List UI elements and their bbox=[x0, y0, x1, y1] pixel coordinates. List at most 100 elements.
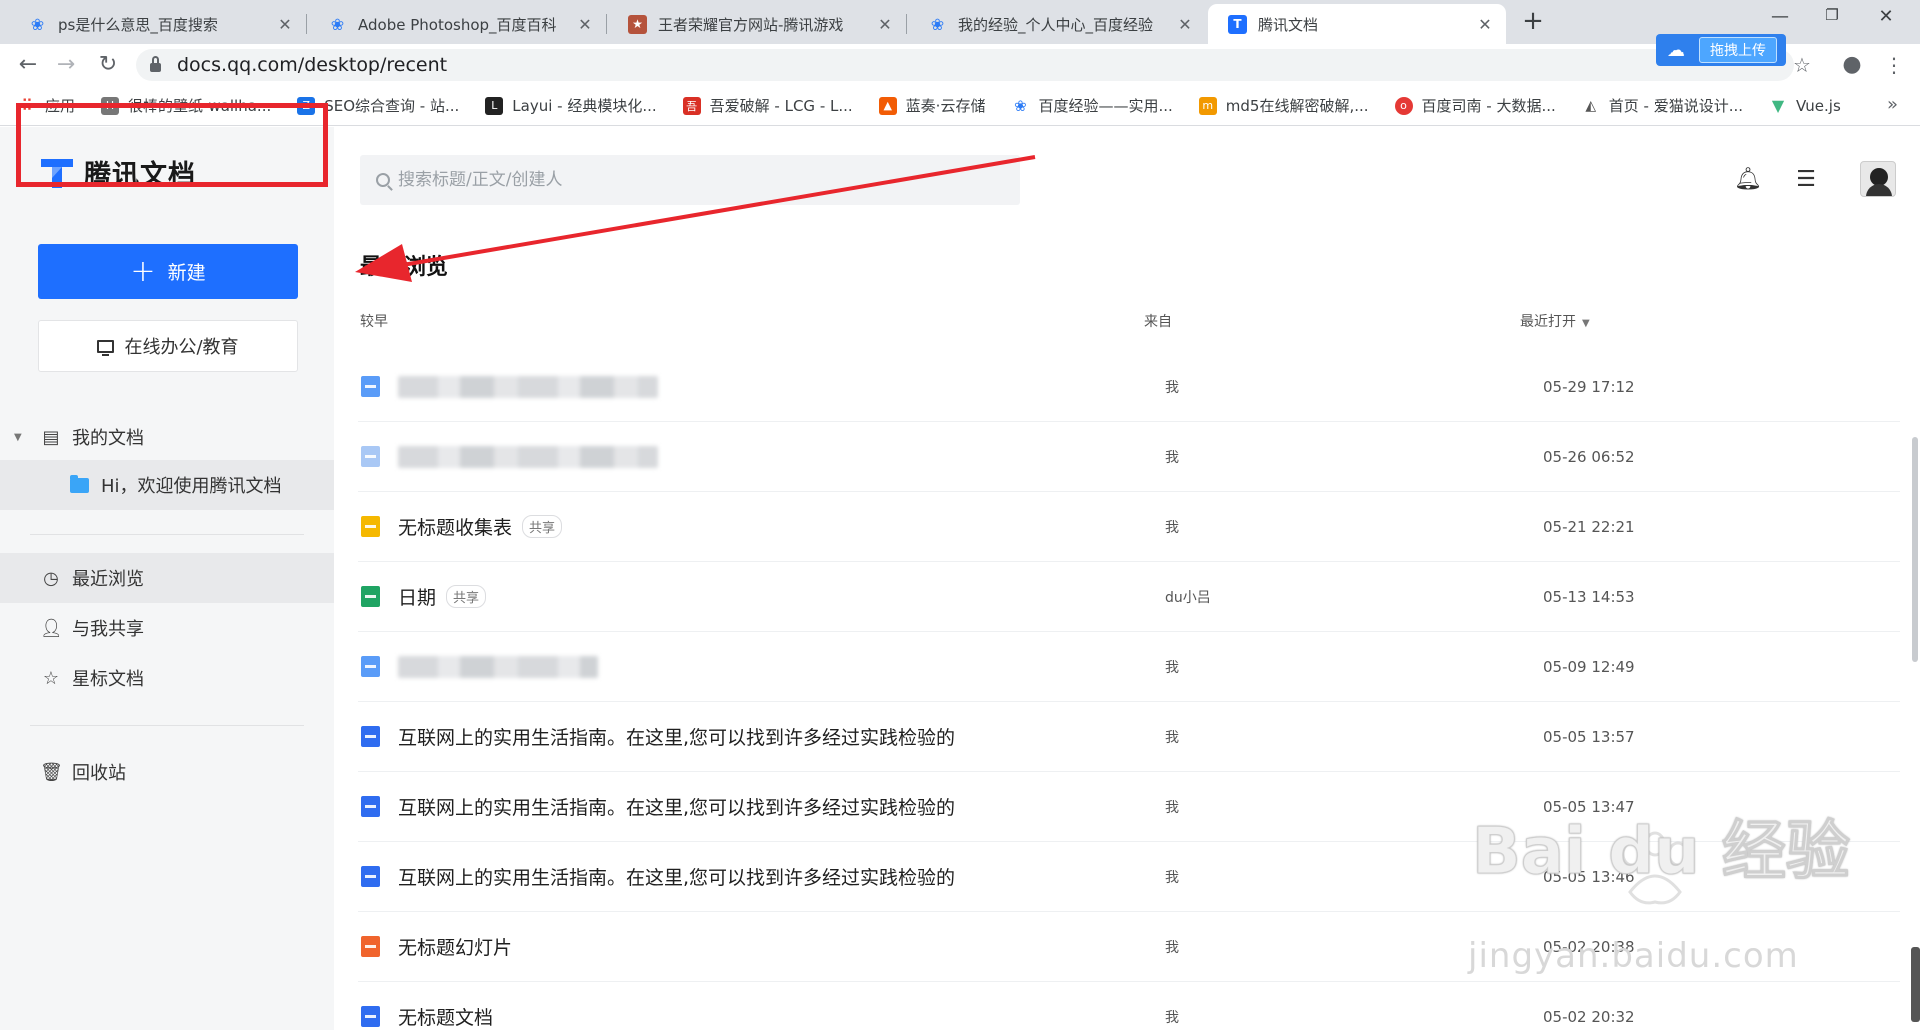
file-owner: 我 bbox=[1165, 869, 1179, 886]
close-tab-icon[interactable]: ✕ bbox=[1476, 15, 1494, 34]
trash-icon: 🗑︎ bbox=[40, 761, 63, 783]
file-list: 我 05-29 17:12 我 05-26 06:52 无标题收集表 共享我 05-21 2… bbox=[358, 352, 1900, 1030]
edu-button-label: 在线办公/教育 bbox=[124, 337, 239, 358]
sidebar-divider bbox=[30, 725, 304, 726]
cloud-icon: ☁ bbox=[1667, 39, 1685, 61]
bell-icon[interactable]: 🔔︎ bbox=[1734, 167, 1762, 195]
star-icon: ☆ bbox=[42, 667, 60, 689]
new-button-label: 新建 bbox=[167, 262, 206, 284]
scrollbar[interactable] bbox=[1912, 437, 1918, 662]
star-bookmark-icon[interactable]: ☆ bbox=[1788, 51, 1816, 79]
sidebar-item-starred[interactable]: ☆ 星标文档 bbox=[0, 653, 334, 703]
sidebar: 腾讯文档 + 新建 在线办公/教育 ▼ ▤ 我的文档 Hi，欢迎使用腾讯文档 ◷… bbox=[0, 127, 334, 1030]
file-last-opened: 05-05 13:57 bbox=[1543, 727, 1635, 746]
side-widget-handle[interactable] bbox=[1911, 947, 1920, 1022]
tab-title: 王者荣耀官方网站-腾讯游戏 bbox=[658, 15, 844, 34]
close-tab-icon[interactable]: ✕ bbox=[1176, 15, 1194, 34]
file-name[interactable]: 无标题幻灯片 bbox=[398, 933, 512, 960]
sort-caret-icon[interactable]: ▼ bbox=[1582, 318, 1590, 329]
expand-caret-icon[interactable]: ▼ bbox=[14, 432, 22, 443]
new-tab-button[interactable]: + bbox=[1519, 8, 1547, 36]
browser-tab[interactable]: ❀ 我的经验_个人中心_百度经验 ✕ bbox=[908, 4, 1206, 44]
baidu-paw-icon: ❀ bbox=[30, 14, 45, 34]
bookmark-item[interactable]: L Layui - 经典模块化... bbox=[485, 95, 657, 116]
file-owner: 我 bbox=[1165, 659, 1179, 676]
avatar[interactable] bbox=[1860, 161, 1896, 197]
file-type-icon bbox=[361, 656, 380, 677]
file-row[interactable]: 互联网上的实用生活指南。在这里,您可以找到许多经过实践检验的 我 05-05 13:… bbox=[358, 702, 1900, 772]
baidu-watermark: Bai du 经验 bbox=[1472, 815, 1851, 889]
browser-tab[interactable]: ★ 王者荣耀官方网站-腾讯游戏 ✕ bbox=[608, 4, 907, 44]
file-name[interactable]: 互联网上的实用生活指南。在这里,您可以找到许多经过实践检验的 bbox=[398, 723, 955, 750]
baidu-paw-icon: ❀ bbox=[1014, 96, 1027, 115]
sidebar-item-trash[interactable]: 🗑︎ 回收站 bbox=[0, 747, 334, 797]
file-name[interactable]: 互联网上的实用生活指南。在这里,您可以找到许多经过实践检验的 bbox=[398, 793, 955, 820]
bookmark-item[interactable]: ◭ 首页 - 爱猫说设计... bbox=[1582, 95, 1743, 116]
plus-icon: + bbox=[130, 253, 156, 289]
search-icon bbox=[376, 173, 390, 187]
file-last-opened: 05-26 06:52 bbox=[1543, 447, 1635, 466]
file-row[interactable]: 我 05-26 06:52 bbox=[358, 422, 1900, 492]
file-row[interactable]: 我 05-29 17:12 bbox=[358, 352, 1900, 422]
close-tab-icon[interactable]: ✕ bbox=[276, 15, 294, 34]
file-owner: du小吕 bbox=[1165, 589, 1211, 606]
browser-tab-active[interactable]: T 腾讯文档 ✕ bbox=[1208, 4, 1506, 44]
minimize-icon[interactable]: — bbox=[1760, 6, 1800, 34]
bookmark-item[interactable]: ▼ Vue.js bbox=[1769, 96, 1841, 115]
sidebar-item-shared[interactable]: 👤︎ 与我共享 bbox=[0, 603, 334, 653]
sidebar-item-welcome-folder[interactable]: Hi，欢迎使用腾讯文档 bbox=[0, 460, 334, 510]
bookmark-favicon: 吾 bbox=[682, 96, 701, 115]
hamburger-menu-icon[interactable]: ☰ bbox=[1792, 167, 1820, 195]
bookmarks-more-icon[interactable]: » bbox=[1887, 94, 1898, 115]
file-row[interactable]: 日期 共享 du小吕 05-13 14:53 bbox=[358, 562, 1900, 632]
forward-icon[interactable]: → bbox=[52, 51, 80, 79]
url-field[interactable]: docs.qq.com/desktop/recent bbox=[136, 49, 1794, 81]
url-text: docs.qq.com/desktop/recent bbox=[177, 54, 448, 76]
file-row[interactable]: 我 05-09 12:49 bbox=[358, 632, 1900, 702]
file-owner: 我 bbox=[1165, 519, 1179, 536]
file-owner: 我 bbox=[1165, 379, 1179, 396]
cloud-upload-extension[interactable]: ☁ 拖拽上传 bbox=[1656, 34, 1786, 66]
bookmark-item[interactable]: m md5在线解密破解,... bbox=[1198, 95, 1369, 116]
file-type-icon bbox=[361, 866, 380, 887]
bookmark-item[interactable]: ▲ 蓝奏·云存储 bbox=[878, 95, 985, 116]
bookmark-item[interactable]: ❀ 百度经验——实用... bbox=[1011, 95, 1173, 116]
search-box[interactable] bbox=[360, 155, 1020, 205]
close-tab-icon[interactable]: ✕ bbox=[576, 15, 594, 34]
back-icon[interactable]: ← bbox=[14, 51, 42, 79]
online-office-edu-button[interactable]: 在线办公/教育 bbox=[38, 320, 298, 372]
close-window-icon[interactable]: ✕ bbox=[1866, 6, 1906, 34]
redacted-file-name bbox=[398, 655, 598, 678]
bookmark-favicon: ▲ bbox=[878, 96, 897, 115]
redacted-file-name bbox=[398, 375, 658, 398]
file-name[interactable]: 无标题收集表 共享 bbox=[398, 513, 563, 540]
menu-kebab-icon[interactable]: ⋮ bbox=[1880, 51, 1908, 79]
close-tab-icon[interactable]: ✕ bbox=[876, 15, 894, 34]
file-row[interactable]: 无标题文档 我 05-02 20:32 bbox=[358, 982, 1900, 1030]
sidebar-divider bbox=[30, 534, 304, 535]
reload-icon[interactable]: ↻ bbox=[94, 51, 122, 79]
file-name[interactable]: 日期 共享 bbox=[398, 583, 487, 610]
file-row[interactable]: 无标题收集表 共享 我 05-21 22:21 bbox=[358, 492, 1900, 562]
sidebar-item-recent[interactable]: ◷ 最近浏览 bbox=[0, 553, 334, 603]
profile-icon[interactable]: ● bbox=[1838, 51, 1866, 79]
file-owner: 我 bbox=[1165, 729, 1179, 746]
folder-icon bbox=[70, 474, 89, 493]
file-owner: 我 bbox=[1165, 939, 1179, 956]
browser-tab[interactable]: ❀ Adobe Photoshop_百度百科 ✕ bbox=[308, 4, 607, 44]
restore-icon[interactable]: ❐ bbox=[1812, 6, 1852, 34]
file-name[interactable]: 互联网上的实用生活指南。在这里,您可以找到许多经过实践检验的 bbox=[398, 863, 955, 890]
browser-tab[interactable]: ❀ ps是什么意思_百度搜索 ✕ bbox=[8, 4, 307, 44]
bookmark-item[interactable]: 吾吾爱破解 - LCG - L... bbox=[682, 95, 853, 116]
column-header-last-opened[interactable]: 最近打开 ▼ bbox=[1520, 311, 1590, 331]
bookmark-item[interactable]: o 百度司南 - 大数据... bbox=[1394, 95, 1556, 116]
file-type-icon bbox=[361, 936, 380, 957]
tab-title: 腾讯文档 bbox=[1258, 15, 1319, 34]
tab-title: 我的经验_个人中心_百度经验 bbox=[958, 15, 1154, 34]
sidebar-item-my-docs[interactable]: ▼ ▤ 我的文档 bbox=[0, 412, 334, 462]
baidu-paw-icon: ❀ bbox=[930, 14, 945, 34]
new-document-button[interactable]: + 新建 bbox=[38, 244, 298, 299]
file-last-opened: 05-13 14:53 bbox=[1543, 587, 1635, 606]
file-name[interactable]: 无标题文档 bbox=[398, 1003, 493, 1030]
search-input[interactable] bbox=[398, 170, 998, 190]
